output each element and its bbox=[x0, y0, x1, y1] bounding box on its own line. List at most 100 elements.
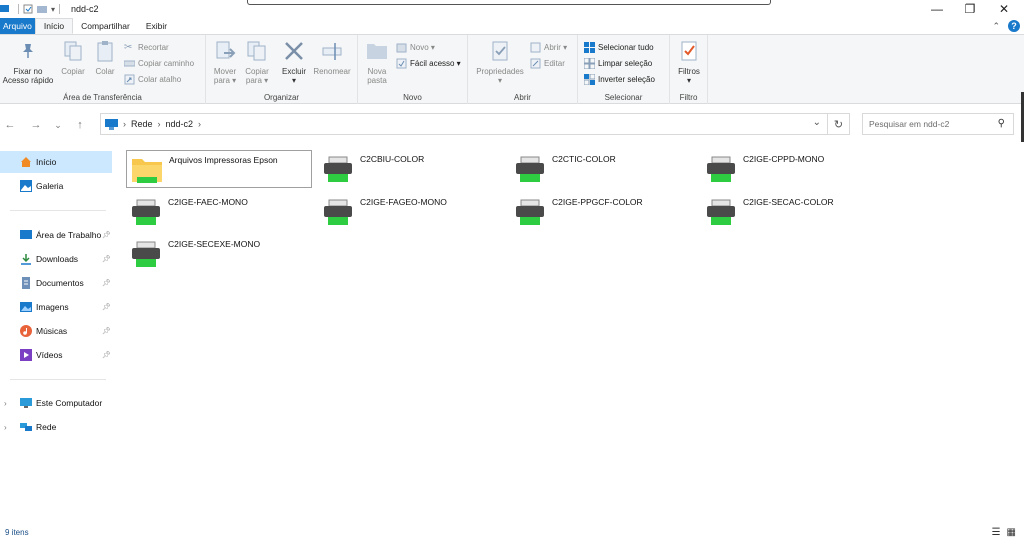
title-overlay-bar bbox=[247, 0, 771, 5]
filters-label-line2: ▾ bbox=[686, 76, 691, 85]
expand-chevron-icon[interactable]: › bbox=[4, 423, 7, 432]
close-button[interactable]: ✕ bbox=[987, 0, 1021, 18]
easy-access-button[interactable]: Fácil acesso ▾ bbox=[396, 56, 461, 70]
tab-arquivo[interactable]: Arquivo bbox=[0, 18, 35, 34]
address-bar[interactable]: › Rede › ndd-c2 › ⌄ bbox=[100, 113, 828, 135]
breadcrumb-item-ndd-c2[interactable]: ndd-c2 bbox=[166, 119, 194, 129]
forward-button[interactable]: → bbox=[28, 112, 44, 138]
list-item-printer[interactable]: C2CTIC-COLOR bbox=[510, 150, 696, 188]
rename-button[interactable]: Renomear bbox=[310, 39, 354, 76]
search-input[interactable]: Pesquisar em ndd-c2 bbox=[869, 119, 949, 129]
properties-icon[interactable] bbox=[23, 4, 33, 14]
sidebar-item-documentos[interactable]: Documentos 📌︎ bbox=[0, 272, 112, 294]
new-item-button[interactable]: Novo ▾ bbox=[396, 40, 435, 54]
sidebar-item-galeria[interactable]: Galeria bbox=[0, 175, 112, 197]
up-button[interactable]: ↑ bbox=[72, 112, 88, 138]
rename-label: Renomear bbox=[313, 67, 351, 76]
sidebar-item-inicio[interactable]: Início bbox=[0, 151, 112, 173]
copy-path-button[interactable]: Copiar caminho bbox=[124, 56, 194, 70]
search-icon[interactable]: ⚲ bbox=[998, 118, 1005, 129]
list-item-printer[interactable]: C2IGE-SECEXE-MONO bbox=[126, 235, 312, 273]
select-group-label: Selecionar bbox=[604, 93, 643, 102]
paste-icon bbox=[93, 39, 117, 63]
cut-button[interactable]: ✂ Recortar bbox=[124, 40, 169, 54]
printer-icon bbox=[516, 199, 544, 225]
expand-chevron-icon[interactable]: › bbox=[4, 399, 7, 408]
edit-button[interactable]: Editar bbox=[530, 56, 565, 70]
tab-compartilhar[interactable]: Compartilhar bbox=[73, 18, 138, 34]
maximize-button[interactable]: ❐ bbox=[953, 0, 987, 18]
pin-icon[interactable]: 📌︎ bbox=[102, 303, 111, 311]
sidebar-item-area-de-trabalho[interactable]: Área de Trabalho 📌︎ bbox=[0, 224, 112, 246]
paste-shortcut-label: Colar atalho bbox=[138, 74, 182, 84]
new-folder-label-line2: pasta bbox=[367, 76, 387, 85]
list-item-printer[interactable]: C2IGE-CPPD-MONO bbox=[701, 150, 887, 188]
pin-icon bbox=[16, 39, 40, 63]
organize-group-label: Organizar bbox=[263, 93, 300, 102]
sidebar-item-label: Documentos bbox=[36, 278, 84, 288]
sidebar-separator bbox=[10, 210, 106, 211]
gallery-icon bbox=[20, 180, 32, 192]
invert-selection-icon bbox=[584, 73, 595, 85]
select-all-icon bbox=[584, 41, 595, 53]
list-item-folder[interactable]: Arquivos Impressoras Epson bbox=[126, 150, 312, 188]
sidebar-item-rede[interactable]: › Rede bbox=[0, 416, 112, 438]
sidebar-item-downloads[interactable]: Downloads 📌︎ bbox=[0, 248, 112, 270]
copy-to-button[interactable]: Copiar para ▾ bbox=[242, 39, 272, 85]
pin-icon[interactable]: 📌︎ bbox=[102, 231, 111, 239]
invert-selection-button[interactable]: Inverter seleção bbox=[584, 72, 655, 86]
pin-icon[interactable]: 📌︎ bbox=[102, 255, 111, 263]
list-item-printer[interactable]: C2IGE-PPGCF-COLOR bbox=[510, 193, 696, 231]
tab-exibir[interactable]: Exibir bbox=[138, 18, 175, 34]
tiles-view-icon[interactable]: ▦ bbox=[1007, 527, 1016, 538]
sidebar-item-videos[interactable]: Vídeos 📌︎ bbox=[0, 344, 112, 366]
sidebar-item-este-computador[interactable]: › Este Computador bbox=[0, 392, 112, 414]
recent-locations-button[interactable]: ⌄ bbox=[50, 112, 66, 138]
breadcrumb-item-rede[interactable]: Rede bbox=[131, 119, 153, 129]
minimize-button[interactable]: — bbox=[920, 0, 954, 18]
address-dropdown-icon[interactable]: ⌄ bbox=[813, 117, 821, 128]
copy-to-icon bbox=[245, 39, 269, 63]
paste-shortcut-button[interactable]: Colar atalho bbox=[124, 72, 181, 86]
copy-path-icon bbox=[124, 60, 135, 66]
new-folder-button[interactable]: Nova pasta bbox=[362, 39, 392, 85]
open-button[interactable]: Abrir ▾ bbox=[530, 40, 567, 54]
filters-button[interactable]: Filtros ▾ bbox=[672, 39, 706, 85]
documents-icon bbox=[22, 277, 30, 289]
help-icon[interactable]: ? bbox=[1008, 20, 1020, 32]
filter-group-label: Filtro bbox=[679, 93, 698, 102]
list-item-printer[interactable]: C2IGE-FAGEO-MONO bbox=[318, 193, 504, 231]
cut-label: Recortar bbox=[138, 42, 169, 52]
pin-icon[interactable]: 📌︎ bbox=[102, 351, 111, 359]
search-box[interactable]: Pesquisar em ndd-c2 ⚲ bbox=[862, 113, 1014, 135]
pin-icon[interactable]: 📌︎ bbox=[102, 279, 111, 287]
list-item-printer[interactable]: C2CBIU-COLOR bbox=[318, 150, 504, 188]
sidebar-item-imagens[interactable]: Imagens 📌︎ bbox=[0, 296, 112, 318]
details-view-icon[interactable]: ☰ bbox=[992, 527, 1001, 538]
sidebar-item-label: Este Computador bbox=[36, 398, 103, 408]
clear-selection-button[interactable]: Limpar seleção bbox=[584, 56, 652, 70]
move-to-button[interactable]: Mover para ▾ bbox=[210, 39, 240, 85]
select-all-button[interactable]: Selecionar tudo bbox=[584, 40, 654, 54]
tab-inicio[interactable]: Início bbox=[34, 18, 74, 34]
refresh-button[interactable]: ↻ bbox=[828, 113, 850, 135]
new-folder-icon[interactable] bbox=[37, 4, 47, 14]
properties-button[interactable]: Propriedades ▾ bbox=[472, 39, 528, 85]
printer-icon bbox=[707, 156, 735, 182]
sidebar-item-musicas[interactable]: Músicas 📌︎ bbox=[0, 320, 112, 342]
network-icon bbox=[20, 423, 32, 431]
copy-path-label: Copiar caminho bbox=[138, 58, 195, 68]
paste-button[interactable]: Colar bbox=[90, 39, 120, 76]
copy-button[interactable]: Copiar bbox=[58, 39, 88, 76]
scissors-icon: ✂ bbox=[124, 41, 133, 53]
pin-icon[interactable]: 📌︎ bbox=[102, 327, 111, 335]
delete-button[interactable]: Excluir ▾ bbox=[278, 39, 310, 85]
clear-selection-label: Limpar seleção bbox=[598, 58, 653, 68]
list-item-printer[interactable]: C2IGE-SECAC-COLOR bbox=[701, 193, 887, 231]
list-item-printer[interactable]: C2IGE-FAEC-MONO bbox=[126, 193, 312, 231]
delete-label-line2: ▾ bbox=[291, 76, 296, 85]
collapse-ribbon-icon[interactable]: ⌃ bbox=[992, 21, 1000, 32]
back-button[interactable]: ← bbox=[2, 112, 18, 138]
qat-dropdown-icon[interactable]: ▾ bbox=[51, 5, 55, 14]
pin-quick-access-button[interactable]: Fixar no Acesso rápido bbox=[2, 39, 54, 85]
